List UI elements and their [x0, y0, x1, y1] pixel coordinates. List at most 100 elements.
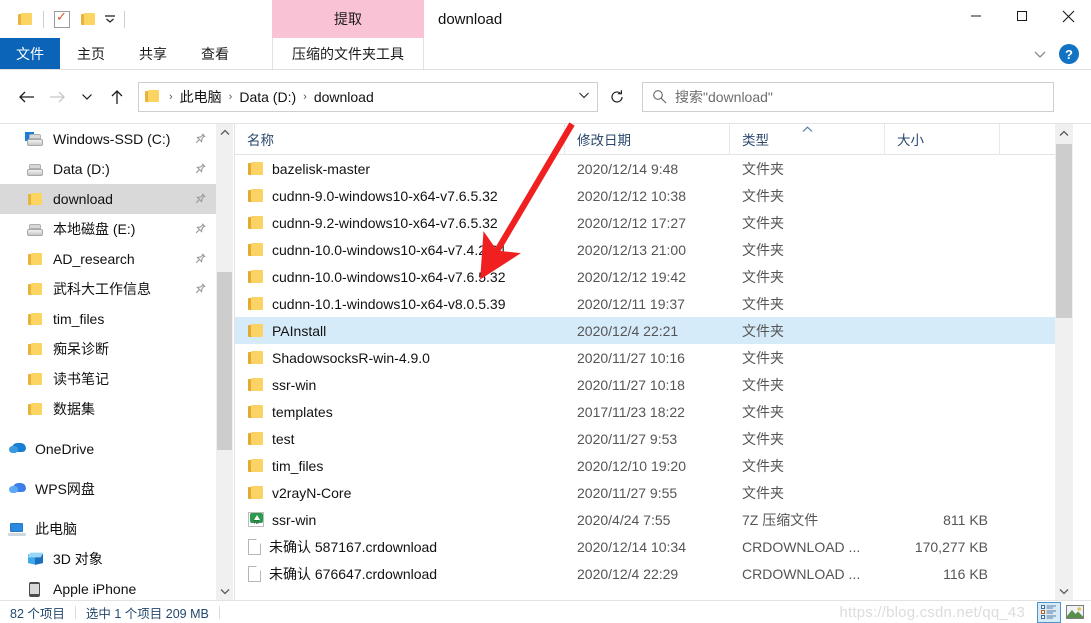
sidebar-item-wps[interactable]: WPS网盘 — [0, 474, 216, 504]
maximize-button[interactable] — [999, 0, 1045, 32]
sidebar-item-label: Apple iPhone — [53, 581, 137, 597]
nav-scroll-down-button[interactable] — [216, 583, 233, 600]
back-button[interactable] — [12, 82, 42, 112]
sidebar-item-[interactable]: 痴呆诊断 — [0, 334, 216, 364]
qat-new-folder-button[interactable] — [12, 6, 38, 32]
table-row[interactable]: templates 2017/11/23 18:22 文件夹 — [235, 398, 1073, 425]
sidebar-item-[interactable]: 数据集 — [0, 394, 216, 424]
table-row[interactable]: cudnn-10.0-windows10-x64-v7.4.2.24 2020/1… — [235, 236, 1073, 263]
pin-icon[interactable] — [195, 193, 206, 207]
sidebar-item-apple-iphone[interactable]: Apple iPhone — [0, 574, 216, 600]
tab-home[interactable]: 主页 — [60, 38, 122, 70]
sidebar-item-[interactable]: 读书笔记 — [0, 364, 216, 394]
sidebar-item-data-d[interactable]: Data (D:) — [0, 154, 216, 184]
table-row[interactable]: cudnn-9.2-windows10-x64-v7.6.5.32 2020/12… — [235, 209, 1073, 236]
sidebar-item-tim-files[interactable]: tim_files — [0, 304, 216, 334]
table-row[interactable]: 未确认 587167.crdownload 2020/12/14 10:34 CRD… — [235, 533, 1073, 560]
sidebar-item-3d[interactable]: 3D 对象 — [0, 544, 216, 574]
tab-view[interactable]: 查看 — [184, 38, 246, 70]
table-row[interactable]: 7Z ssr-win 2020/4/24 7:55 7Z 压缩文件 811 KB — [235, 506, 1073, 533]
column-header-name[interactable]: 名称 — [235, 124, 565, 155]
cell-name: ssr-win — [235, 377, 565, 393]
sidebar-item-[interactable]: 此电脑 — [0, 514, 216, 544]
table-row[interactable]: cudnn-9.0-windows10-x64-v7.6.5.32 2020/12… — [235, 182, 1073, 209]
cell-type: 文件夹 — [742, 430, 784, 447]
breadcrumb-item-this-pc[interactable]: 此电脑 — [178, 87, 224, 107]
ribbon-collapse-button[interactable] — [1029, 43, 1051, 65]
file-name-label: tim_files — [272, 457, 324, 474]
pin-icon[interactable] — [195, 133, 206, 147]
chevron-down-icon — [1059, 588, 1069, 594]
chevron-up-icon — [1059, 130, 1069, 136]
sidebar-item-download[interactable]: download — [0, 184, 216, 214]
recent-locations-button[interactable] — [72, 82, 102, 112]
cell-type: 文件夹 — [742, 160, 784, 177]
table-row[interactable]: tim_files 2020/12/10 19:20 文件夹 — [235, 452, 1073, 479]
address-dropdown-button[interactable] — [571, 91, 597, 102]
list-scroll-down-button[interactable] — [1055, 582, 1073, 600]
table-row[interactable]: cudnn-10.1-windows10-x64-v8.0.5.39 2020/1… — [235, 290, 1073, 317]
list-scroll-thumb[interactable] — [1056, 144, 1072, 318]
sidebar-item-ad-research[interactable]: AD_research — [0, 244, 216, 274]
pin-icon[interactable] — [195, 163, 206, 177]
breadcrumb-item-download[interactable]: download — [312, 89, 376, 105]
tab-share[interactable]: 共享 — [122, 38, 184, 70]
minimize-button[interactable] — [953, 0, 999, 32]
table-row[interactable]: cudnn-10.0-windows10-x64-v7.6.5.32 2020/1… — [235, 263, 1073, 290]
help-button[interactable]: ? — [1059, 44, 1079, 64]
table-row[interactable]: PAInstall 2020/12/4 22:21 文件夹 — [235, 317, 1073, 344]
table-row[interactable]: 未确认 676647.crdownload 2020/12/4 22:29 CRDO… — [235, 560, 1073, 587]
sidebar-item-e[interactable]: 本地磁盘 (E:) — [0, 214, 216, 244]
pin-icon[interactable] — [195, 253, 206, 267]
folder-icon — [24, 312, 46, 326]
chevron-down-icon — [82, 94, 92, 100]
up-button[interactable] — [102, 82, 132, 112]
qat-properties-button[interactable] — [49, 6, 75, 32]
address-bar[interactable]: › 此电脑 › Data (D:) › download — [138, 81, 598, 112]
folder-icon — [248, 458, 264, 473]
sidebar-item-label: 读书笔记 — [53, 371, 109, 387]
file-list-scrollbar[interactable] — [1055, 124, 1073, 600]
large-icons-view-button[interactable] — [1063, 602, 1087, 623]
tab-compressed-folder-tools[interactable]: 压缩的文件夹工具 — [272, 38, 424, 70]
table-row[interactable]: v2rayN-Core 2020/11/27 9:55 文件夹 — [235, 479, 1073, 506]
list-scroll-up-button[interactable] — [1055, 124, 1073, 142]
sidebar-item-[interactable]: 武科大工作信息 — [0, 274, 216, 304]
nav-scroll-up-button[interactable] — [216, 124, 233, 141]
folder-icon — [248, 296, 264, 311]
qat-customize-button[interactable] — [101, 15, 119, 23]
cell-date-modified: 2020/12/4 22:29 — [577, 565, 679, 582]
refresh-button[interactable] — [602, 82, 632, 112]
table-row[interactable]: test 2020/11/27 9:53 文件夹 — [235, 425, 1073, 452]
table-row[interactable]: bazelisk-master 2020/12/14 9:48 文件夹 — [235, 155, 1073, 182]
pin-icon[interactable] — [195, 223, 206, 237]
table-row[interactable]: ShadowsocksR-win-4.9.0 2020/11/27 10:16 文件… — [235, 344, 1073, 371]
large-icons-view-icon — [1066, 605, 1084, 619]
sidebar-item-windows-ssd-c[interactable]: Windows-SSD (C:) — [0, 124, 216, 154]
cell-date-modified: 2017/11/23 18:22 — [577, 403, 685, 420]
file-name-label: cudnn-10.0-windows10-x64-v7.4.2.24 — [272, 241, 506, 258]
column-header-type[interactable]: 类型 — [730, 124, 885, 155]
details-view-button[interactable] — [1037, 601, 1061, 623]
cell-type: 文件夹 — [742, 322, 784, 339]
nav-scroll-thumb[interactable] — [217, 272, 232, 450]
cell-date-modified: 2020/12/14 10:34 — [577, 538, 686, 555]
forward-button[interactable] — [42, 82, 72, 112]
tab-file[interactable]: 文件 — [0, 38, 60, 70]
close-button[interactable] — [1045, 0, 1091, 32]
cell-name: 未确认 587167.crdownload — [235, 537, 565, 557]
column-header-size[interactable]: 大小 — [885, 124, 1000, 155]
column-header-row: 名称 修改日期 类型 大小 — [235, 124, 1073, 155]
table-row[interactable]: ssr-win 2020/11/27 10:18 文件夹 — [235, 371, 1073, 398]
sidebar-item-onedrive[interactable]: OneDrive — [0, 434, 216, 464]
search-box[interactable]: 搜索"download" — [642, 81, 1054, 112]
breadcrumb-item-data-d[interactable]: Data (D:) — [237, 89, 298, 105]
qat-new-folder2-button[interactable] — [75, 6, 101, 32]
column-header-date-modified[interactable]: 修改日期 — [565, 124, 730, 155]
navigation-pane-scrollbar[interactable] — [216, 124, 233, 600]
search-input[interactable]: 搜索"download" — [675, 87, 773, 107]
pin-icon[interactable] — [195, 283, 206, 297]
sidebar-item-label: 数据集 — [53, 401, 95, 417]
